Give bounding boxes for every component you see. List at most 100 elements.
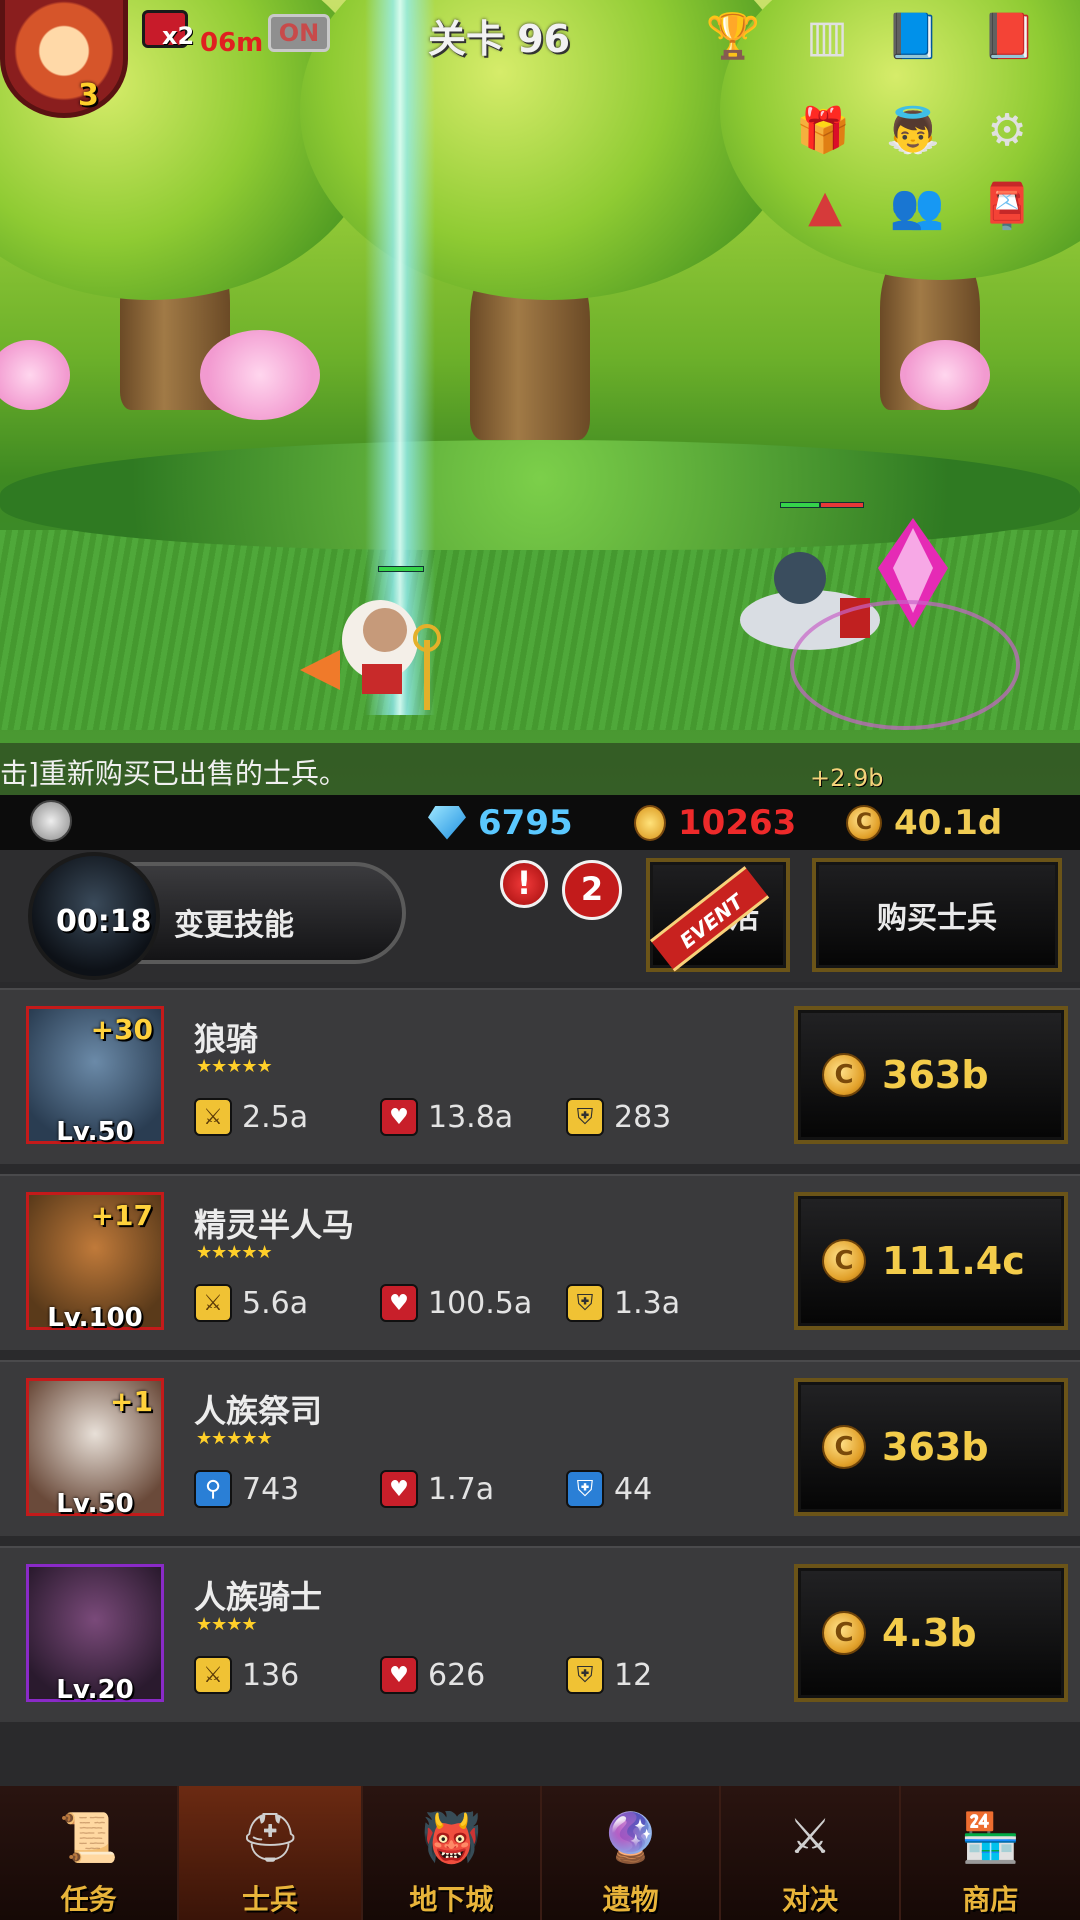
- soldier-name: 人族骑士: [194, 1578, 323, 1616]
- gold-amount: 40.1d: [894, 802, 1003, 843]
- tab-duel[interactable]: ⚔ 对决: [721, 1786, 901, 1920]
- robot-icon[interactable]: [30, 800, 72, 842]
- speed-time-remaining: 06m: [200, 28, 264, 58]
- upgrade-price: 111.4c: [882, 1239, 1025, 1283]
- coin-icon: C: [822, 1425, 866, 1469]
- soldier-row[interactable]: +30 Lv.50 狼骑 ★★★★★ ⚔ 2.5a ♥ 13.8a ⛨ 283 C 36…: [0, 988, 1080, 1164]
- defense-stat: ⛨ 12: [566, 1656, 652, 1694]
- soldier-stars: ★★★★★: [196, 1428, 273, 1449]
- friends-icon[interactable]: 👥: [886, 176, 948, 238]
- soldier-bonus: +30: [90, 1013, 153, 1046]
- angel-icon[interactable]: 👼: [882, 100, 944, 162]
- soldier-stars: ★★★★★: [196, 1242, 273, 1263]
- coin-icon: C: [822, 1239, 866, 1283]
- soldier-bonus: +1: [110, 1385, 153, 1418]
- tab-shop[interactable]: 🏪 商店: [901, 1786, 1080, 1920]
- hero-portrait[interactable]: [0, 0, 128, 118]
- health-stat: ♥ 1.7a: [380, 1470, 494, 1508]
- health-stat: ♥ 13.8a: [380, 1098, 513, 1136]
- soldier-stars: ★★★★★: [196, 1056, 273, 1077]
- tab-soldiers[interactable]: ⛑ 士兵: [179, 1786, 363, 1920]
- currency-bar: 6795 10263 C 40.1d: [0, 795, 1080, 850]
- helmet-icon: ⛑: [239, 1809, 301, 1866]
- health-stat: ♥ 626: [380, 1656, 485, 1694]
- coin-icon: C: [822, 1053, 866, 1097]
- attack-stat: ⚔ 136: [194, 1656, 299, 1694]
- soldier-portrait[interactable]: +1 Lv.50: [26, 1378, 164, 1519]
- magic-attack-value: 743: [242, 1471, 300, 1507]
- soldier-bonus: +17: [90, 1199, 153, 1232]
- tab-label: 遗物: [602, 1883, 659, 1916]
- speed-multiplier: x2: [162, 22, 195, 50]
- coin-icon: C: [846, 804, 882, 841]
- health-stat: ♥ 100.5a: [380, 1284, 532, 1322]
- upgrade-price-button[interactable]: C 111.4c: [794, 1192, 1068, 1330]
- ranking-icon[interactable]: ▥: [796, 6, 858, 68]
- orb-icon: 🔮: [600, 1809, 661, 1866]
- blossom-tree: [900, 340, 990, 410]
- mailbox-icon[interactable]: 📮: [976, 176, 1038, 238]
- health-value: 1.7a: [428, 1471, 495, 1507]
- gem-icon: [428, 805, 466, 840]
- defense-value: 12: [614, 1657, 653, 1693]
- medal-counter: 10263: [634, 795, 796, 850]
- game-battlefield[interactable]: 3 x2 06m ON 关卡 96 🏆 ▥ 📘 📕 🎁 👼 ⚙ ▲ 👥 📮 击]…: [0, 0, 1080, 795]
- soldier-level: Lv.100: [47, 1303, 143, 1333]
- attack-value: 2.5a: [242, 1099, 309, 1135]
- ally-hp-bar: [378, 566, 424, 572]
- warning-icon[interactable]: ▲: [794, 176, 856, 238]
- defense-stat: ⛨ 1.3a: [566, 1284, 680, 1322]
- magic-staff-icon: ⚲: [194, 1470, 232, 1508]
- heart-icon: ♥: [380, 1098, 418, 1136]
- gold-counter: C 40.1d: [846, 795, 1002, 850]
- soldier-stars: ★★★★: [196, 1614, 258, 1635]
- soldier-row[interactable]: +17 Lv.100 精灵半人马 ★★★★★ ⚔ 5.6a ♥ 100.5a ⛨ 1.…: [0, 1174, 1080, 1350]
- magic-shield-icon: ⛨: [566, 1470, 604, 1508]
- defense-value: 283: [614, 1099, 672, 1135]
- attack-stat: ⚔ 2.5a: [194, 1098, 308, 1136]
- soldier-portrait[interactable]: Lv.20: [26, 1564, 164, 1705]
- magic-defense-stat: ⛨ 44: [566, 1470, 652, 1508]
- upgrade-price-button[interactable]: C 363b: [794, 1006, 1068, 1144]
- enemy-hp-bar: [780, 502, 820, 508]
- settings-icon[interactable]: ⚙: [976, 100, 1038, 162]
- soldier-level: Lv.50: [56, 1489, 134, 1519]
- bottom-nav: 📜 任务 ⛑ 士兵 👹 地下城 🔮 遗物 ⚔ 对决 🏪 商店: [0, 1786, 1080, 1920]
- upgrade-price-button[interactable]: C 363b: [794, 1378, 1068, 1516]
- shield-icon: ⛨: [566, 1284, 604, 1322]
- soldier-name: 人族祭司: [194, 1392, 323, 1430]
- skill-timer: 00:18: [56, 904, 152, 939]
- soldier-level: Lv.20: [56, 1675, 134, 1705]
- tab-relics[interactable]: 🔮 遗物: [542, 1786, 722, 1920]
- upgrade-price: 4.3b: [882, 1611, 977, 1655]
- notification-count-badge: 2: [562, 860, 622, 920]
- health-value: 626: [428, 1657, 486, 1693]
- notice-text: 击]重新购买已出售的士兵。: [0, 757, 347, 790]
- sword-icon: ⚔: [194, 1284, 232, 1322]
- stage-title: 关卡 96: [428, 17, 571, 61]
- soldier-row[interactable]: Lv.20 人族骑士 ★★★★ ⚔ 136 ♥ 626 ⛨ 12 C 4.3b: [0, 1546, 1080, 1722]
- heart-icon: ♥: [380, 1284, 418, 1322]
- buy-soldier-button[interactable]: 购买士兵: [812, 858, 1062, 972]
- alert-icon[interactable]: !: [500, 860, 548, 908]
- sword-icon: ⚔: [194, 1098, 232, 1136]
- soldier-portrait[interactable]: +30 Lv.50: [26, 1006, 164, 1147]
- sword-icon: ⚔: [194, 1656, 232, 1694]
- scroll-icon: 📜: [58, 1809, 119, 1866]
- soldier-portrait[interactable]: +17 Lv.100: [26, 1192, 164, 1333]
- tab-label: 对决: [782, 1883, 839, 1916]
- treasure-chest-icon[interactable]: 🎁: [792, 100, 854, 162]
- monster-icon: 👹: [421, 1809, 482, 1866]
- shield-icon: ⛨: [566, 1098, 604, 1136]
- tab-dungeon[interactable]: 👹 地下城: [363, 1786, 543, 1920]
- auto-toggle[interactable]: ON: [268, 14, 330, 52]
- soldier-name: 精灵半人马: [194, 1206, 355, 1244]
- trophy-icon[interactable]: 🏆: [702, 6, 764, 68]
- upgrade-price-button[interactable]: C 4.3b: [794, 1564, 1068, 1702]
- quest-book-icon[interactable]: 📕: [978, 6, 1040, 68]
- soldier-row[interactable]: +1 Lv.50 人族祭司 ★★★★★ ⚲ 743 ♥ 1.7a ⛨ 44 C 363b: [0, 1360, 1080, 1536]
- tab-quests[interactable]: 📜 任务: [0, 1786, 180, 1920]
- gem-counter: 6795: [428, 795, 573, 850]
- codex-icon[interactable]: 📘: [882, 6, 944, 68]
- skill-timer-icon: 00:18: [28, 852, 160, 980]
